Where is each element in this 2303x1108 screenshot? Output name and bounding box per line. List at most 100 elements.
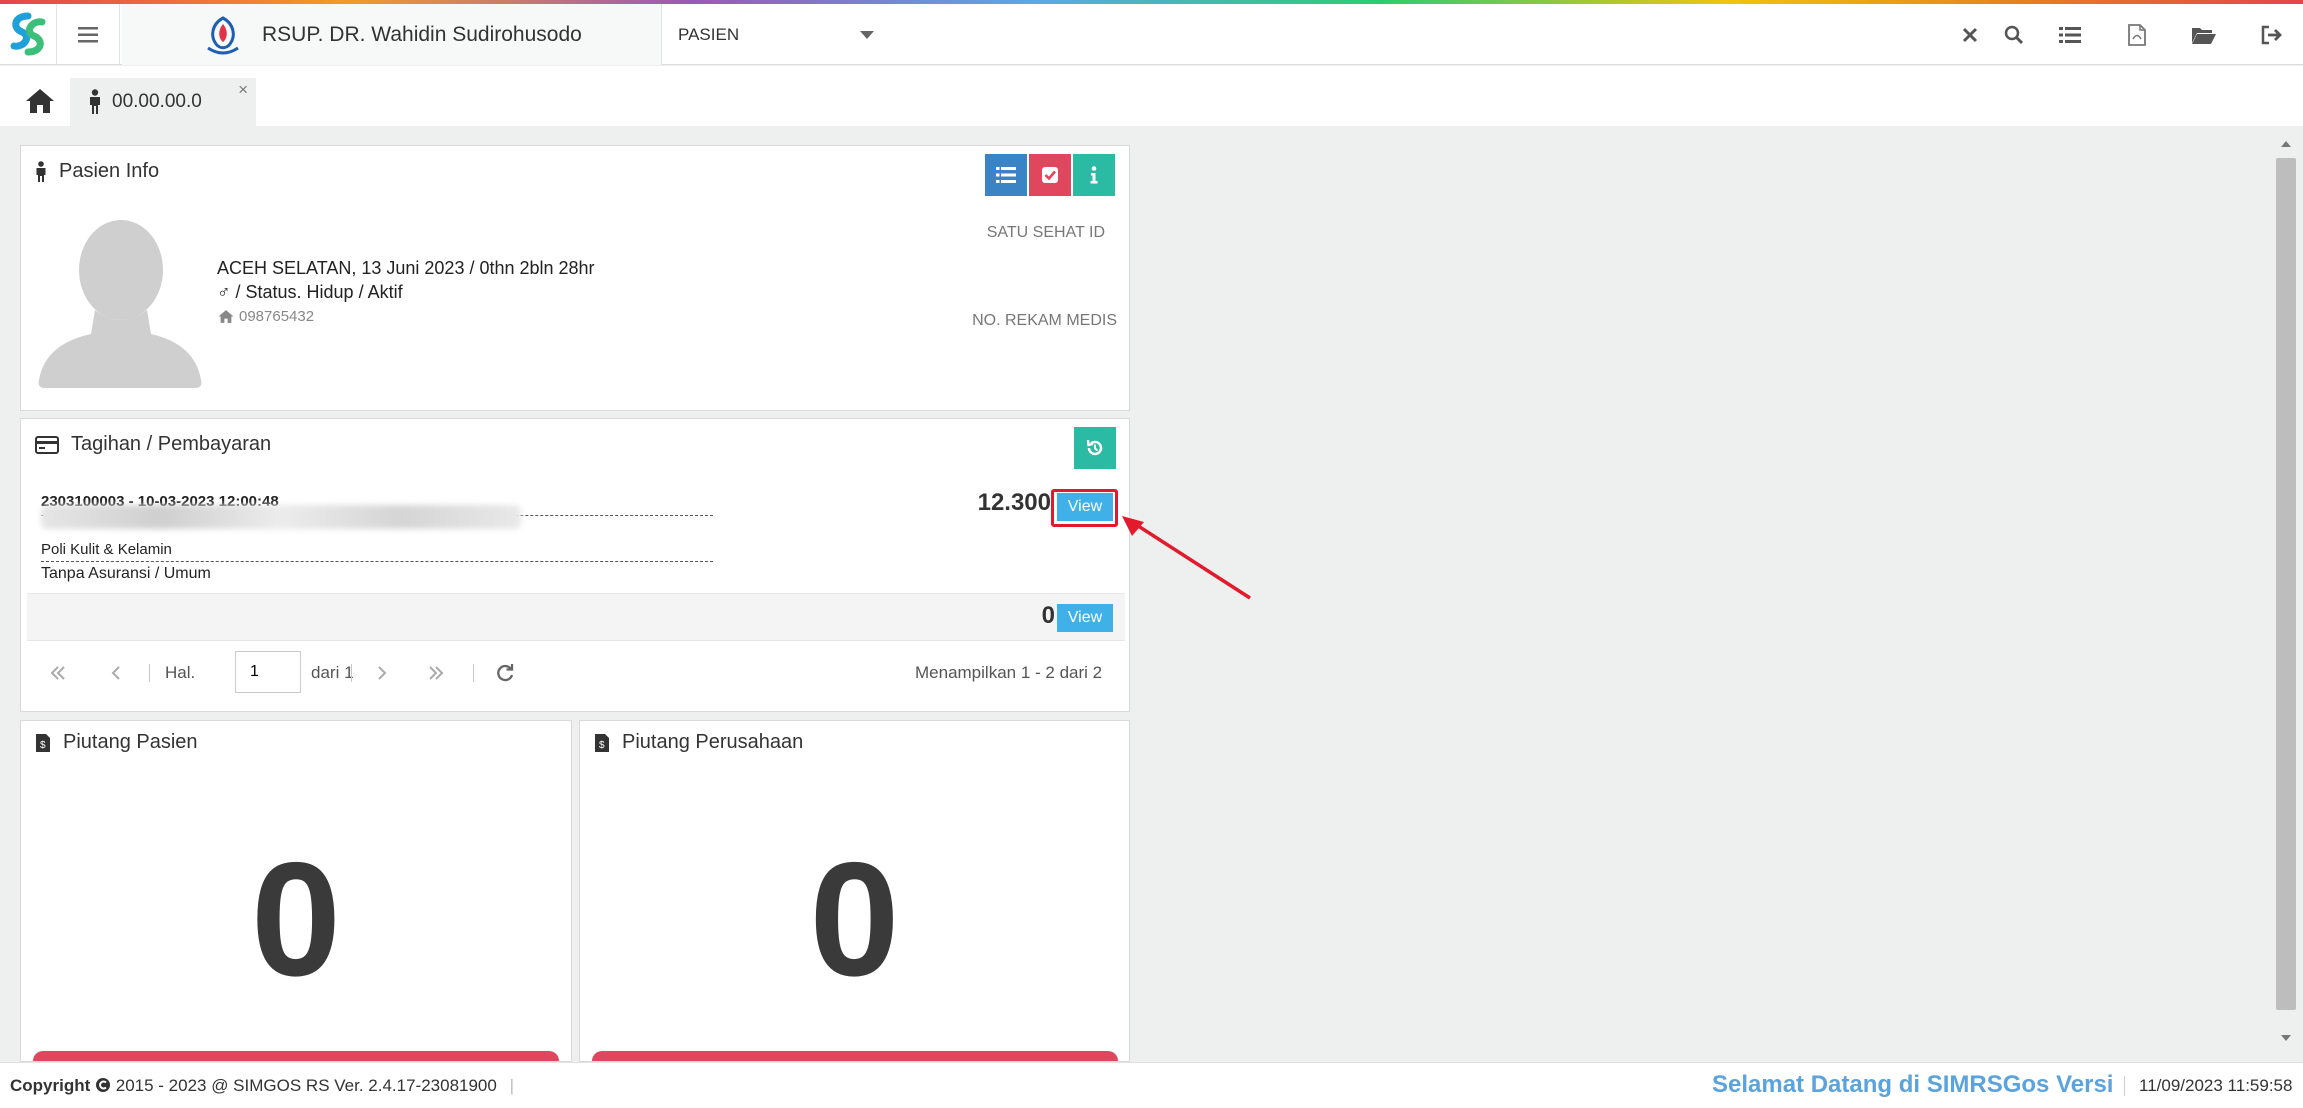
hamburger-icon xyxy=(78,26,98,42)
info-icon xyxy=(1090,166,1098,184)
scrollbar[interactable] xyxy=(2272,130,2300,1054)
hospital-logo xyxy=(207,15,239,54)
history-icon xyxy=(1086,439,1103,456)
svg-text:$: $ xyxy=(599,740,605,751)
open-folder-button[interactable] xyxy=(2184,4,2224,65)
separator xyxy=(351,664,352,682)
close-icon xyxy=(1962,27,1978,42)
module-select[interactable]: PASIEN xyxy=(678,4,878,65)
scroll-up-icon[interactable] xyxy=(2272,136,2300,150)
pasien-info-title: Pasien Info xyxy=(35,160,159,183)
footer: Copyright 2015 - 2023 @ SIMGOS RS Ver. 2… xyxy=(0,1062,2303,1108)
top-bar: RSUP. DR. Wahidin Sudirohusodo PASIEN xyxy=(0,4,2303,65)
datetime: 11/09/2023 11:59:58 xyxy=(2124,1076,2292,1096)
double-chevron-right-icon xyxy=(429,666,444,680)
pdf-button[interactable] xyxy=(2117,4,2157,65)
credit-card-icon xyxy=(35,435,59,454)
tab-patient[interactable]: 00.00.00.0 × xyxy=(70,78,256,126)
panel-title-text: Piutang Pasien xyxy=(63,731,198,753)
piutang-pasien-title: $ Piutang Pasien xyxy=(35,731,198,754)
bill-amount-2: 0 xyxy=(1041,602,1055,629)
app-logo[interactable] xyxy=(4,10,52,58)
piutang-pasien-value: 0 xyxy=(250,829,342,1010)
scrollbar-thumb[interactable] xyxy=(2276,158,2296,1010)
home-tab[interactable] xyxy=(18,84,62,118)
satu-sehat-id-label: SATU SEHAT ID xyxy=(986,224,1105,241)
search-button[interactable] xyxy=(1994,4,2034,65)
annotation-arrow xyxy=(1122,516,1251,600)
panel-title-text: Piutang Perusahaan xyxy=(622,731,804,753)
list-button[interactable] xyxy=(2050,4,2090,65)
patient-info-button[interactable] xyxy=(1073,154,1115,196)
hospital-name: RSUP. DR. Wahidin Sudirohusodo xyxy=(262,22,582,46)
first-page-button[interactable] xyxy=(49,641,67,705)
avatar xyxy=(38,220,202,388)
copyright-label: Copyright xyxy=(10,1076,91,1095)
birth-info: ACEH SELATAN, 13 Juni 2023 / 0thn 2bln 2… xyxy=(217,258,595,278)
check-square-icon xyxy=(1042,167,1058,183)
piutang-perusahaan-value: 0 xyxy=(809,829,900,1010)
panel-title-text: Pasien Info xyxy=(59,160,160,182)
status-text: / Status. Hidup / Aktif xyxy=(230,282,403,302)
tab-close-icon[interactable]: × xyxy=(238,80,248,100)
chevron-left-icon xyxy=(111,666,120,680)
logout-button[interactable] xyxy=(2252,4,2292,65)
refresh-icon xyxy=(497,664,514,682)
list-icon xyxy=(2059,26,2081,43)
folder-open-icon xyxy=(2192,27,2216,44)
list-icon xyxy=(996,167,1016,183)
redacted-patient-name xyxy=(41,505,521,529)
logout-icon xyxy=(2261,25,2282,44)
copyright-icon xyxy=(96,1078,111,1092)
double-chevron-left-icon xyxy=(50,666,65,680)
tab-label: 00.00.00.0 xyxy=(112,91,202,112)
home-icon xyxy=(26,89,54,113)
pasien-info-panel: Pasien Info ACEH SELATAN, 13 Juni 2023 /… xyxy=(20,145,1130,411)
panel-title-text: Tagihan / Pembayaran xyxy=(71,433,272,455)
hamburger-menu-button[interactable] xyxy=(56,4,120,65)
no-rekam-medis-label: NO. REKAM MEDIS xyxy=(972,312,1117,329)
invoice-icon: $ xyxy=(595,733,609,752)
page-label: Hal. xyxy=(165,663,196,682)
hospital-brand: RSUP. DR. Wahidin Sudirohusodo xyxy=(122,4,662,65)
piutang-perusahaan-title: $ Piutang Perusahaan xyxy=(594,731,803,754)
chevron-right-icon xyxy=(378,666,387,680)
prev-page-button[interactable] xyxy=(111,641,121,705)
scroll-down-icon[interactable] xyxy=(2272,1032,2300,1046)
view-bill-button-2[interactable]: View xyxy=(1057,604,1113,632)
piutang-perusahaan-panel: $ Piutang Perusahaan 0 xyxy=(579,720,1130,1062)
gender-male-icon: ♂ xyxy=(217,282,231,302)
bill-amount: 12.300 xyxy=(977,489,1051,516)
copyright: Copyright 2015 - 2023 @ SIMGOS RS Ver. 2… xyxy=(10,1076,515,1095)
highlight-box xyxy=(1051,489,1118,527)
status-info: ♂ / Status. Hidup / Aktif xyxy=(217,282,403,303)
patient-check-button[interactable] xyxy=(1029,154,1071,196)
invoice-icon: $ xyxy=(36,733,50,752)
piutang-pasien-panel: $ Piutang Pasien 0 xyxy=(20,720,572,1062)
tagihan-title: Tagihan / Pembayaran xyxy=(35,433,271,456)
bill-row-2: 0 View xyxy=(27,593,1125,641)
search-icon xyxy=(2004,25,2024,44)
refresh-button[interactable] xyxy=(495,641,515,705)
welcome-marquee: Selamat Datang di SIMRSGos Versi 2 xyxy=(1712,1071,2116,1098)
last-page-button[interactable] xyxy=(427,641,445,705)
home-icon xyxy=(218,310,234,323)
next-page-button[interactable] xyxy=(377,641,387,705)
person-icon xyxy=(36,160,46,182)
piutang-perusahaan-bar xyxy=(592,1051,1118,1061)
person-icon xyxy=(90,89,100,114)
page-number-input[interactable] xyxy=(235,651,301,693)
phone-info: 098765432 xyxy=(217,308,314,325)
separator xyxy=(149,664,150,682)
page-of-label: dari 1 xyxy=(311,663,354,682)
svg-text:$: $ xyxy=(40,740,46,751)
chevron-down-icon[interactable] xyxy=(860,31,874,39)
separator xyxy=(473,664,474,682)
pdf-icon xyxy=(2128,23,2146,46)
divider xyxy=(41,561,713,562)
billing-history-button[interactable] xyxy=(1074,427,1116,469)
copyright-text: 2015 - 2023 @ SIMGOS RS Ver. 2.4.17-2308… xyxy=(111,1076,497,1095)
patient-list-button[interactable] xyxy=(985,154,1027,196)
close-button[interactable] xyxy=(1950,4,1990,65)
bill-payer: Tanpa Asuransi / Umum xyxy=(41,565,211,582)
